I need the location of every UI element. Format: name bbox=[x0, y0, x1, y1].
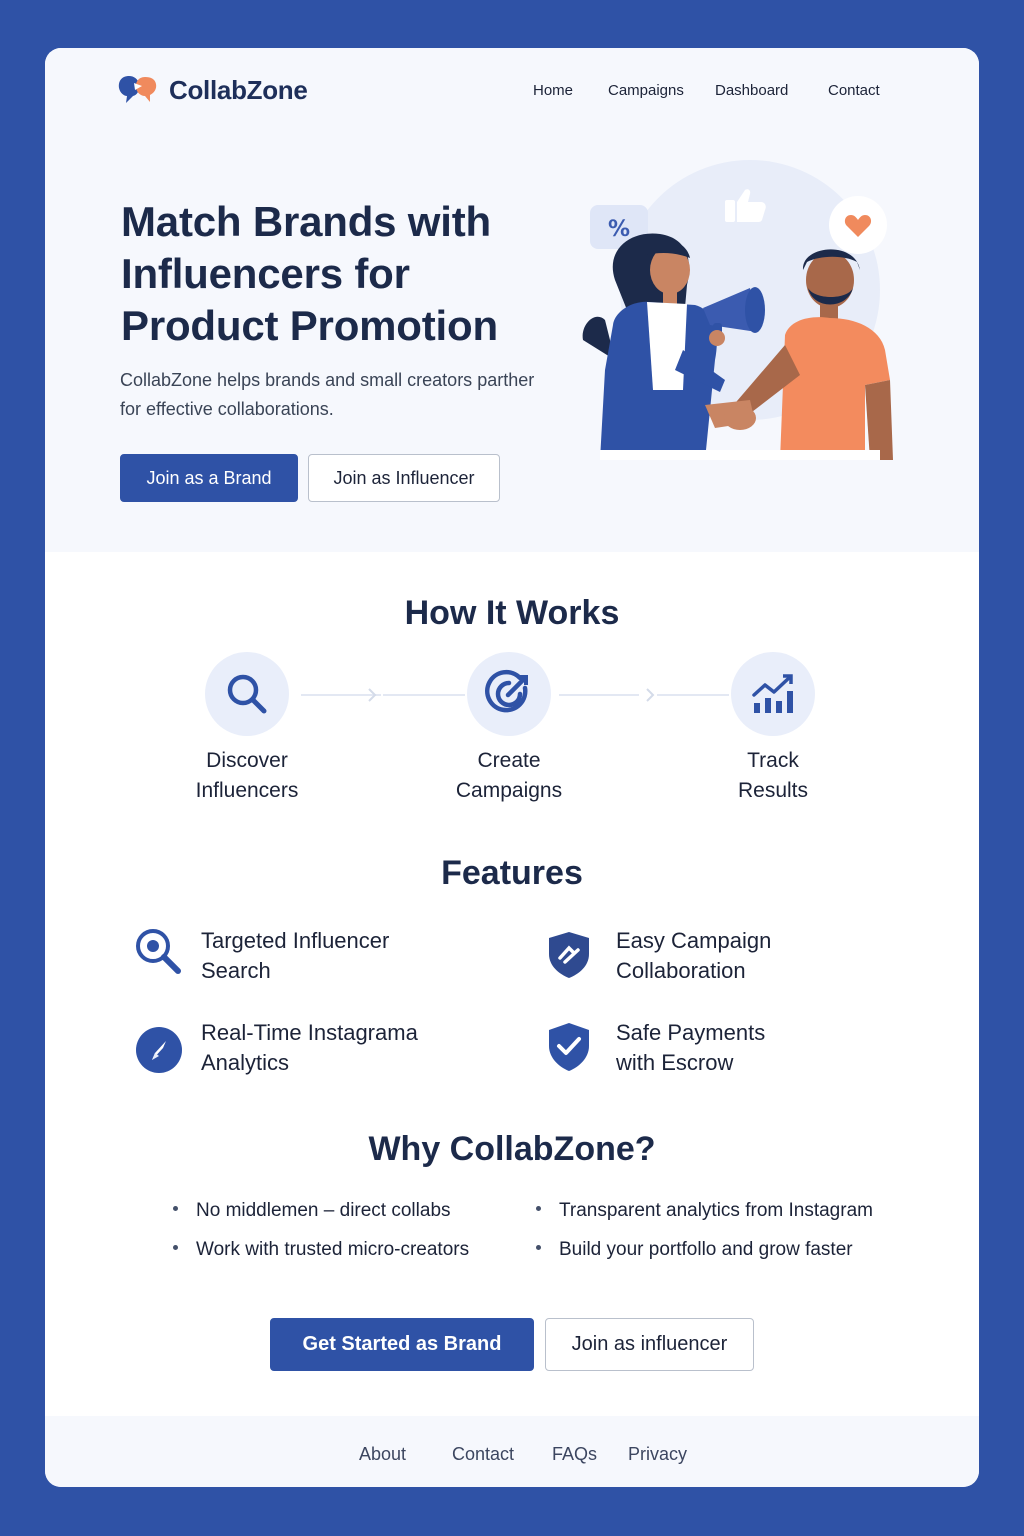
bullet bbox=[173, 1206, 178, 1212]
chevron-right-icon bbox=[368, 688, 377, 702]
why-item-text: No middlemen – direct collabs bbox=[196, 1200, 451, 1221]
search-icon bbox=[227, 674, 267, 714]
target-icon bbox=[485, 669, 528, 713]
join-influencer-cta-button[interactable]: Join as influencer bbox=[545, 1318, 754, 1371]
why-item-text: Work with trusted micro-creators bbox=[196, 1239, 470, 1260]
how-it-works-title: How It Works bbox=[404, 594, 620, 632]
why-item-text: Transparent analytics from Instagram bbox=[559, 1200, 873, 1221]
feature-targeted-search: Targeted Influencer Search bbox=[201, 928, 390, 983]
logo-icon bbox=[118, 76, 157, 103]
chart-up-icon bbox=[752, 674, 793, 713]
why-item-text: Build your portfollo and grow faster bbox=[559, 1239, 853, 1260]
footer: About Contact FAQs Privacy bbox=[45, 1416, 979, 1487]
bullet bbox=[173, 1245, 178, 1251]
nav-campaigns[interactable]: Campaigns bbox=[608, 82, 715, 99]
nav-contact[interactable]: Contact bbox=[828, 82, 898, 99]
hero-illustration: % bbox=[582, 160, 893, 460]
magnifier-icon bbox=[136, 929, 181, 974]
footer-link-faqs[interactable]: FAQs bbox=[552, 1444, 597, 1465]
footer-link-about[interactable]: About bbox=[359, 1444, 406, 1465]
feature-realtime-analytics: Real-Time Instagrama Analytics bbox=[201, 1020, 418, 1075]
nav-dashboard[interactable]: Dashboard bbox=[715, 82, 828, 99]
shield-check-icon bbox=[549, 1023, 589, 1071]
chevron-right-icon bbox=[646, 688, 655, 702]
why-item: Transparent analytics from Instagram bbox=[536, 1200, 873, 1222]
bullet bbox=[536, 1206, 541, 1212]
step-discover-label: Discover Influencers bbox=[195, 749, 299, 802]
join-brand-button[interactable]: Join as a Brand bbox=[120, 454, 298, 502]
step-discover-circle bbox=[205, 652, 289, 736]
footer-link-privacy[interactable]: Privacy bbox=[628, 1444, 687, 1465]
step-track-label: Track Results bbox=[737, 749, 809, 802]
nav-home[interactable]: Home bbox=[533, 82, 608, 99]
step-connector bbox=[657, 694, 729, 696]
why-item: Work with trusted micro-creators bbox=[173, 1239, 469, 1261]
step-connector bbox=[559, 694, 639, 696]
logo[interactable]: CollabZone bbox=[117, 74, 308, 106]
footer-link-contact[interactable]: Contact bbox=[452, 1444, 514, 1465]
page-card: CollabZone Home Campaigns Dashboard Cont… bbox=[45, 48, 979, 1487]
step-create-circle bbox=[467, 652, 551, 736]
why-item: No middlemen – direct collabs bbox=[173, 1200, 451, 1222]
compass-icon bbox=[136, 1027, 182, 1073]
features-title: Features bbox=[441, 854, 583, 892]
feature-safe-payments: Safe Payments with Escrow bbox=[616, 1020, 766, 1075]
get-started-brand-button[interactable]: Get Started as Brand bbox=[270, 1318, 534, 1371]
hero-title: Match Brands with Influencers for Produc… bbox=[121, 198, 498, 349]
step-track-circle bbox=[731, 652, 815, 736]
why-item: Build your portfollo and grow faster bbox=[536, 1239, 853, 1261]
svg-text:%: % bbox=[608, 217, 630, 242]
why-collabzone-title: Why CollabZone? bbox=[368, 1130, 656, 1168]
shield-handshake-icon bbox=[549, 932, 589, 978]
bullet bbox=[536, 1245, 541, 1251]
step-connector bbox=[383, 694, 465, 696]
step-create-label: Create Campaigns bbox=[455, 749, 563, 802]
feature-easy-collaboration: Easy Campaign Collaboration bbox=[616, 928, 772, 983]
brand-name: CollabZone bbox=[169, 74, 308, 105]
main-nav: Home Campaigns Dashboard Contact bbox=[533, 82, 898, 99]
hero-subtitle: CollabZone helps brands and small creato… bbox=[120, 370, 535, 419]
join-influencer-button[interactable]: Join as Influencer bbox=[308, 454, 500, 502]
